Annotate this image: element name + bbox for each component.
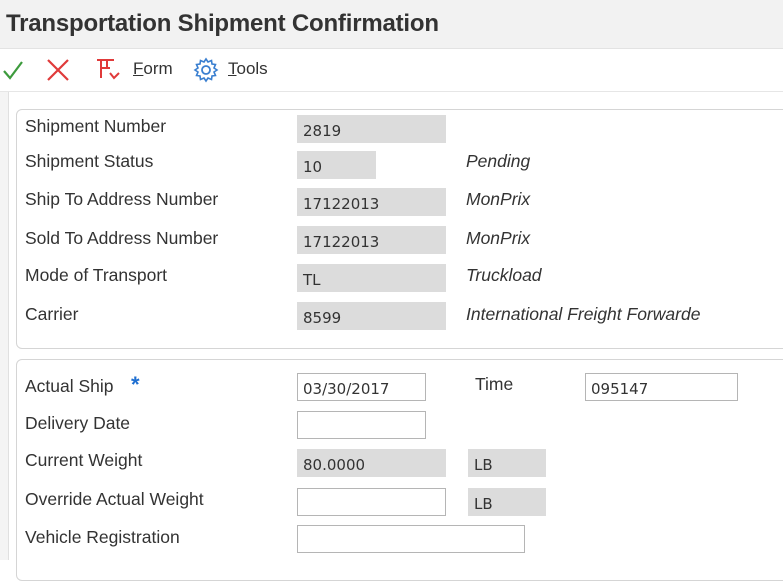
carrier-description: International Freight Forwarde <box>466 304 701 324</box>
shipment-status-label: Shipment Status <box>25 151 154 171</box>
mode-of-transport-label: Mode of Transport <box>25 265 168 285</box>
left-scroll-strip <box>0 92 9 560</box>
required-asterisk-icon: * <box>131 372 140 397</box>
actual-ship-date-input[interactable]: 03/30/2017 <box>297 373 426 401</box>
tools-menu-mnemonic: T <box>228 59 237 78</box>
shipment-number-field: 2819 <box>297 115 446 143</box>
shipment-status-description: Pending <box>466 151 531 171</box>
time-input[interactable]: 095147 <box>585 373 738 401</box>
vehicle-registration-label: Vehicle Registration <box>25 527 180 547</box>
current-weight-label: Current Weight <box>25 450 143 470</box>
form-menu-icon[interactable] <box>94 56 124 87</box>
checkmark-icon[interactable] <box>2 59 24 86</box>
override-weight-label: Override Actual Weight <box>25 489 204 509</box>
sold-to-address-field: 17122013 <box>297 226 446 254</box>
sold-to-address-label: Sold To Address Number <box>25 228 219 248</box>
actual-ship-label: Actual Ship <box>25 376 114 396</box>
shipment-status-field: 10 <box>297 151 376 179</box>
form-menu-mnemonic: F <box>133 59 144 78</box>
current-weight-field: 80.0000 <box>297 449 446 477</box>
carrier-field: 8599 <box>297 302 446 330</box>
override-weight-input[interactable] <box>297 488 446 516</box>
title-bar: Transportation Shipment Confirmation <box>0 0 783 49</box>
sold-to-address-description: MonPrix <box>466 228 531 248</box>
override-weight-uom: LB <box>468 488 546 516</box>
current-weight-uom: LB <box>468 449 546 477</box>
delivery-date-label: Delivery Date <box>25 413 131 433</box>
tools-menu-label: ools <box>236 59 268 78</box>
gear-icon[interactable] <box>193 57 219 88</box>
mode-of-transport-description: Truckload <box>466 265 542 285</box>
toolbar: Form Tools <box>0 49 783 92</box>
shipment-number-label: Shipment Number <box>25 116 167 136</box>
vehicle-registration-input[interactable] <box>297 525 525 553</box>
time-label: Time <box>475 374 514 394</box>
ship-to-address-description: MonPrix <box>466 189 531 209</box>
delivery-date-input[interactable] <box>297 411 426 439</box>
ship-to-address-field: 17122013 <box>297 188 446 216</box>
form-menu-button[interactable]: Form <box>133 59 173 79</box>
carrier-label: Carrier <box>25 304 79 324</box>
page-title: Transportation Shipment Confirmation <box>6 10 439 37</box>
mode-of-transport-field: TL <box>297 264 446 292</box>
form-menu-label: orm <box>143 59 173 78</box>
ship-to-address-label: Ship To Address Number <box>25 189 219 209</box>
tools-menu-button[interactable]: Tools <box>228 59 268 79</box>
close-icon[interactable] <box>46 58 70 87</box>
